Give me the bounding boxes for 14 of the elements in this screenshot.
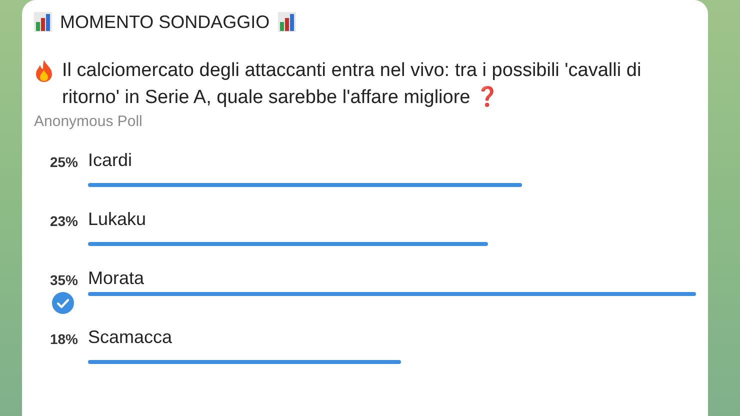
vote-percentage: 25% [50, 154, 78, 172]
fire-icon [34, 60, 54, 82]
vote-percentage: 35% [50, 272, 78, 290]
bar-chart-icon [34, 12, 52, 32]
option-label: Lukaku [88, 209, 146, 231]
vote-percentage: 18% [50, 331, 78, 349]
vote-percentage: 23% [50, 213, 78, 231]
option-label: Morata [88, 268, 144, 290]
option-label: Scamacca [88, 327, 172, 349]
poll-header: MOMENTO SONDAGGIO [60, 12, 270, 32]
poll-type: Anonymous Poll [34, 113, 144, 130]
option-label: Icardi [88, 150, 132, 172]
question-text: Il calciomercato degli attaccanti entra nel vivo: tra i possibili 'cavalli di ritorno' in Serie A, quale sarebbe l'affare migliore ❓ [62, 60, 642, 108]
bar-chart-icon [278, 12, 296, 32]
